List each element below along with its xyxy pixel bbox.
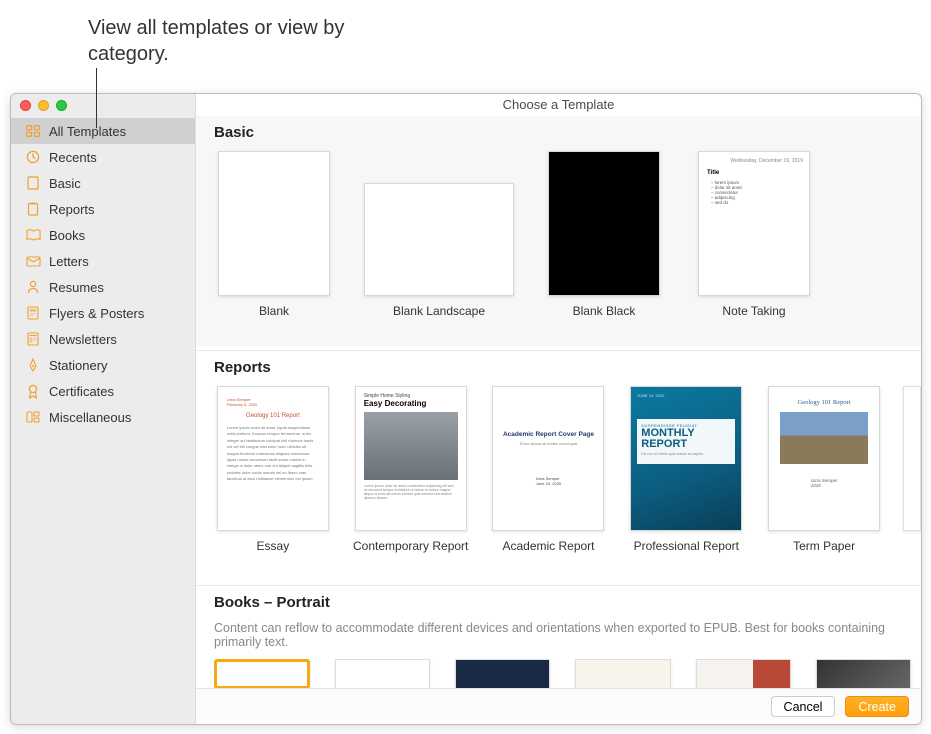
template-label: Essay <box>257 539 290 567</box>
pen-icon <box>25 358 41 372</box>
template-chooser-window: All Templates Recents Basic Reports Book… <box>10 93 922 725</box>
flyer-icon <box>25 306 41 320</box>
sidebar-item-label: Miscellaneous <box>49 410 131 425</box>
sidebar-item-basic[interactable]: Basic <box>11 170 195 196</box>
template-label: Blank Landscape <box>393 304 485 332</box>
window-title: Choose a Template <box>196 94 921 116</box>
sidebar-item-label: Newsletters <box>49 332 117 347</box>
minimize-button[interactable] <box>38 100 49 111</box>
sidebar-item-all-templates[interactable]: All Templates <box>11 118 195 144</box>
main-panel: Choose a Template Basic Blank Blank Land… <box>196 94 921 724</box>
template-academic-report[interactable]: Academic Report Cover Page Dolor aliqua … <box>490 386 608 567</box>
sidebar-item-label: Basic <box>49 176 81 191</box>
book-icon <box>25 228 41 242</box>
grid-icon <box>25 124 41 138</box>
template-term-paper[interactable]: Geology 101 Report Urna Semper2020 Term … <box>765 386 883 567</box>
template-blank-landscape[interactable]: Blank Landscape <box>364 151 514 332</box>
footer-bar: Cancel Create <box>196 688 921 724</box>
callout-text: View all templates or view by category. <box>88 15 348 67</box>
sidebar-item-books[interactable]: Books <box>11 222 195 248</box>
template-label: Blank <box>259 304 289 332</box>
template-thumbnail <box>218 151 330 296</box>
template-thumbnail: Geology 101 Report Urna Semper2020 <box>768 386 880 531</box>
template-label: Term Paper <box>793 539 855 567</box>
sidebar-item-label: Recents <box>49 150 97 165</box>
callout-line <box>96 68 97 128</box>
template-peek[interactable] <box>903 386 921 531</box>
sidebar-item-flyers[interactable]: Flyers & Posters <box>11 300 195 326</box>
template-blank-black[interactable]: Blank Black <box>544 151 664 332</box>
titlebar <box>11 94 195 116</box>
sidebar-item-letters[interactable]: Letters <box>11 248 195 274</box>
template-thumbnail: Urna SemperFebruary 5, 2020 Geology 101 … <box>217 386 329 531</box>
section-title: Reports <box>214 359 921 376</box>
sidebar-item-newsletters[interactable]: Newsletters <box>11 326 195 352</box>
template-essay[interactable]: Urna SemperFebruary 5, 2020 Geology 101 … <box>214 386 332 567</box>
cancel-button[interactable]: Cancel <box>771 696 836 717</box>
template-book[interactable] <box>335 659 430 689</box>
sidebar-item-resumes[interactable]: Resumes <box>11 274 195 300</box>
template-thumbnail: JUNE 24, 2020 SUSPENDISSE FEUGIAT MONTHL… <box>630 386 742 531</box>
template-note-taking[interactable]: Wednesday, December 19, 2019 Title lorem… <box>694 151 814 332</box>
section-title: Basic <box>214 124 921 141</box>
sidebar-item-label: Resumes <box>49 280 104 295</box>
section-title: Books – Portrait <box>214 594 921 611</box>
misc-icon <box>25 410 41 424</box>
person-icon <box>25 280 41 294</box>
section-reports: Reports Urna SemperFebruary 5, 2020 Geol… <box>196 351 921 581</box>
sidebar-item-recents[interactable]: Recents <box>11 144 195 170</box>
clipboard-icon <box>25 202 41 216</box>
envelope-icon <box>25 254 41 268</box>
template-label: Blank Black <box>573 304 636 332</box>
close-button[interactable] <box>20 100 31 111</box>
section-books: Books – Portrait Content can reflow to a… <box>196 586 921 689</box>
sidebar: All Templates Recents Basic Reports Book… <box>11 94 196 724</box>
template-label: Note Taking <box>722 304 785 332</box>
sidebar-item-certificates[interactable]: Certificates <box>11 378 195 404</box>
template-thumbnail <box>364 183 514 296</box>
sidebar-item-miscellaneous[interactable]: Miscellaneous <box>11 404 195 430</box>
sidebar-item-label: Flyers & Posters <box>49 306 144 321</box>
sidebar-item-label: Books <box>49 228 85 243</box>
template-label: Professional Report <box>634 539 739 567</box>
template-thumbnail: Wednesday, December 19, 2019 Title lorem… <box>698 151 810 296</box>
template-thumbnail: Academic Report Cover Page Dolor aliqua … <box>492 386 604 531</box>
zoom-button[interactable] <box>56 100 67 111</box>
template-book[interactable] <box>575 659 670 689</box>
sidebar-item-label: All Templates <box>49 124 126 139</box>
sidebar-item-label: Letters <box>49 254 89 269</box>
section-basic: Basic Blank Blank Landscape Blank Bla <box>196 116 921 346</box>
sidebar-item-label: Stationery <box>49 358 108 373</box>
template-book[interactable] <box>816 659 911 689</box>
create-button[interactable]: Create <box>845 696 909 717</box>
template-label: Academic Report <box>502 539 594 567</box>
template-blank[interactable]: Blank <box>214 151 334 332</box>
template-professional-report[interactable]: JUNE 24, 2020 SUSPENDISSE FEUGIAT MONTHL… <box>627 386 745 567</box>
sidebar-item-reports[interactable]: Reports <box>11 196 195 222</box>
sidebar-item-stationery[interactable]: Stationery <box>11 352 195 378</box>
template-book[interactable] <box>696 659 791 689</box>
sidebar-item-label: Reports <box>49 202 95 217</box>
ribbon-icon <box>25 384 41 398</box>
template-contemporary-report[interactable]: Simple Home Styling Easy Decorating Lore… <box>352 386 470 567</box>
category-list: All Templates Recents Basic Reports Book… <box>11 116 195 430</box>
clock-icon <box>25 150 41 164</box>
template-book[interactable] <box>455 659 550 689</box>
template-thumbnail <box>548 151 660 296</box>
section-description: Content can reflow to accommodate differ… <box>214 621 921 649</box>
template-label: Contemporary Report <box>353 539 468 567</box>
template-thumbnail: Simple Home Styling Easy Decorating Lore… <box>355 386 467 531</box>
template-gallery: Basic Blank Blank Landscape Blank Bla <box>196 116 921 724</box>
template-book-selected[interactable] <box>214 659 310 689</box>
sidebar-item-label: Certificates <box>49 384 114 399</box>
doc-icon <box>25 176 41 190</box>
newsletter-icon <box>25 332 41 346</box>
